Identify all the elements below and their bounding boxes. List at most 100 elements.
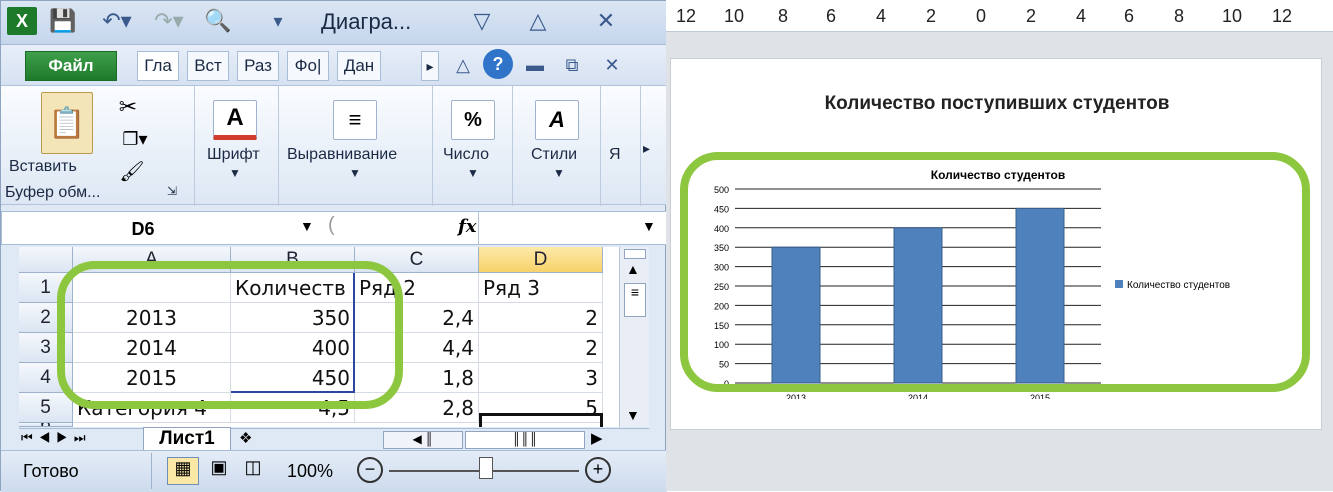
row-header-5[interactable]: 5 [19, 393, 73, 423]
collapse-ribbon-icon[interactable]: △ [451, 51, 475, 79]
clipboard-group-label: Буфер обм... [5, 184, 101, 201]
highlight-ring-chart [680, 152, 1310, 392]
select-all-corner[interactable] [19, 247, 73, 273]
ruler-number: 2 [926, 6, 937, 26]
sheet-nav-icons[interactable]: ⏮◀▶⏭ [21, 430, 92, 446]
status-bar: Готово ▦ ▣ ◫ 100% − + [1, 450, 667, 492]
tab-data[interactable]: Дан [337, 51, 381, 81]
paste-label[interactable]: Вставить [9, 158, 77, 176]
clipboard-group: 📋 Вставить ✂ ❐▾ 🖌 Буфер обм... ⇲ [1, 86, 195, 206]
styles-dropdown-icon[interactable]: ▼ [553, 166, 565, 180]
font-color-icon[interactable]: A [213, 100, 257, 140]
redo-icon[interactable]: ↷▾ [149, 7, 189, 35]
vertical-scrollbar[interactable]: ▲ ≡ ▼ [619, 247, 649, 427]
maximize-icon[interactable]: △ [523, 7, 553, 35]
status-text: Готово [23, 461, 79, 481]
x-tick-label: 2014 [908, 393, 928, 399]
page-break-view-icon[interactable]: ◫ [239, 457, 267, 485]
ribbon-scroll-right-icon[interactable]: ▸ [643, 140, 650, 157]
row-header-6[interactable]: 6 [19, 423, 73, 427]
cell-d3[interactable]: 2 [479, 333, 603, 363]
styles-icon[interactable]: A [535, 100, 579, 140]
styles-label[interactable]: Стили [531, 146, 577, 164]
font-label[interactable]: Шрифт [207, 146, 260, 164]
scroll-right-icon[interactable]: ▶ [591, 429, 603, 447]
horizontal-scrollbar-left[interactable]: ◀ ║ [383, 431, 463, 449]
ruler-number: 4 [1076, 6, 1087, 26]
formula-bar: D6 ▼ ( fx ▼ [1, 211, 667, 245]
dialog-launcher-icon[interactable]: ⇲ [167, 184, 177, 198]
close-icon[interactable]: ✕ [591, 7, 621, 35]
styles-group: A Стили ▼ [513, 86, 601, 206]
ruler-number: 2 [1026, 6, 1037, 26]
ruler-number: 6 [1124, 6, 1135, 26]
minimize-ribbon-icon[interactable]: ▽ [467, 7, 497, 35]
formula-separator-icon: ( [328, 214, 335, 236]
number-dropdown-icon[interactable]: ▼ [467, 166, 479, 180]
ruler-number: 10 [1222, 6, 1243, 26]
ruler-number: 4 [876, 6, 887, 26]
cells-label[interactable]: Я [609, 146, 621, 164]
tab-insert[interactable]: Вст [187, 51, 229, 81]
zoom-in-icon[interactable]: + [585, 457, 611, 483]
alignment-label[interactable]: Выравнивание [287, 146, 397, 164]
paste-icon[interactable]: 📋 [41, 92, 93, 154]
x-tick-label: 2015 [1030, 393, 1050, 399]
doc-close-icon[interactable]: ✕ [597, 51, 627, 79]
percent-icon[interactable]: % [451, 100, 495, 140]
copy-icon[interactable]: ❐▾ [113, 126, 157, 152]
zoom-out-icon[interactable]: − [357, 457, 383, 483]
normal-view-icon[interactable]: ▦ [167, 457, 199, 485]
scroll-up-icon[interactable]: ▲ [626, 261, 640, 277]
tabs-scroll-right-icon[interactable]: ▸ [421, 51, 439, 81]
excel-app-icon[interactable]: X [7, 7, 37, 35]
zoom-level[interactable]: 100% [287, 461, 333, 482]
window-title: Диагра... [321, 9, 412, 34]
doc-restore-icon[interactable]: ⧉ [557, 51, 587, 79]
cell-d4[interactable]: 3 [479, 363, 603, 393]
ruler-number: 6 [826, 6, 837, 26]
print-preview-icon[interactable]: 🔍 [201, 7, 235, 35]
ruler: 12 10 8 6 4 2 0 2 4 6 8 10 12 [666, 0, 1333, 32]
alignment-icon[interactable]: ≡ [333, 100, 377, 140]
column-header-d[interactable]: D [479, 247, 603, 273]
sheet-tabs-bar: ⏮◀▶⏭ Лист1 ❖ ◀ ║ ║║║ ▶ [19, 427, 649, 451]
save-icon[interactable]: 💾 [49, 7, 77, 35]
page-layout-view-icon[interactable]: ▣ [205, 457, 233, 485]
name-box-dropdown-icon[interactable]: ▼ [300, 218, 314, 234]
cell-d1[interactable]: Ряд 3 [479, 273, 603, 303]
status-divider [151, 453, 152, 489]
undo-icon[interactable]: ↶▾ [97, 7, 137, 35]
help-icon[interactable]: ? [483, 49, 513, 79]
formula-input[interactable] [478, 212, 618, 244]
split-box[interactable] [624, 249, 646, 259]
alignment-dropdown-icon[interactable]: ▼ [349, 166, 361, 180]
name-box[interactable]: D6 [18, 215, 268, 243]
new-sheet-icon[interactable]: ❖ [239, 429, 252, 447]
tab-formulas[interactable]: Фо| [287, 51, 329, 81]
cell-d6-selected[interactable] [479, 413, 603, 427]
number-group: % Число ▼ [433, 86, 513, 206]
tab-page-layout[interactable]: Раз [237, 51, 279, 81]
horizontal-scroll-thumb[interactable]: ║║║ [465, 431, 585, 449]
scroll-thumb[interactable]: ≡ [624, 283, 646, 317]
customize-toolbar-icon[interactable]: ▾ [263, 7, 293, 35]
number-label[interactable]: Число [443, 146, 489, 164]
ruler-number: 12 [1272, 6, 1293, 26]
tab-home[interactable]: Гла [137, 51, 179, 81]
ruler-number: 10 [724, 6, 745, 26]
doc-minimize-icon[interactable]: ▬ [521, 51, 549, 79]
zoom-slider-thumb[interactable] [479, 457, 493, 479]
fx-icon[interactable]: fx [458, 216, 476, 237]
ruler-number: 12 [676, 6, 697, 26]
cell-d2[interactable]: 2 [479, 303, 603, 333]
font-group: A Шрифт ▼ [195, 86, 279, 206]
sheet-tab-list1[interactable]: Лист1 [143, 427, 231, 451]
format-painter-icon[interactable]: 🖌 [117, 158, 147, 184]
expand-formula-bar-icon[interactable]: ▼ [642, 218, 656, 234]
ribbon: 📋 Вставить ✂ ❐▾ 🖌 Буфер обм... ⇲ A Шрифт… [1, 85, 667, 206]
scroll-down-icon[interactable]: ▼ [626, 407, 640, 423]
font-dropdown-icon[interactable]: ▼ [229, 166, 241, 180]
tab-file[interactable]: Файл [25, 51, 117, 81]
cut-icon[interactable]: ✂ [113, 94, 143, 120]
